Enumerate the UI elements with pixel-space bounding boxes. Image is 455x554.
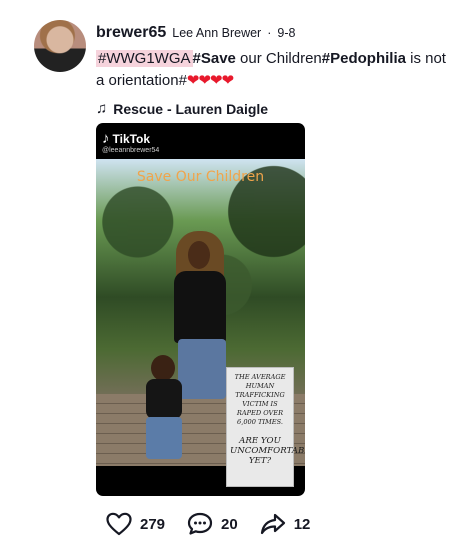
- woman-figure-shirt: [174, 271, 226, 343]
- caption: #WWG1WGA #Save our Children#Pedophilia is…: [96, 48, 446, 92]
- caption-text-1: our Children: [235, 50, 322, 67]
- sign-text-statistic: THE AVERAGE HUMAN TRAFFICKING VICTIM IS …: [234, 373, 286, 426]
- share-count: 12: [293, 515, 311, 533]
- tiktok-wordmark: TikTok: [112, 131, 151, 146]
- share-icon: [260, 512, 286, 536]
- comment-icon: [187, 512, 213, 536]
- hashtag-wwg1wga[interactable]: #WWG1WGA: [96, 50, 193, 67]
- like-count: 279: [140, 515, 166, 533]
- name-row: brewer65 Lee Ann Brewer · 9-8: [96, 24, 446, 42]
- music-title: Rescue - Lauren Daigle: [113, 100, 269, 117]
- music-row[interactable]: ♫ Rescue - Lauren Daigle: [96, 100, 446, 117]
- like-button[interactable]: 279: [106, 512, 165, 536]
- tiktok-note-icon: ♪: [102, 130, 110, 147]
- action-bar: 279 20 12: [106, 509, 346, 539]
- sign-text-question: ARE YOU UNCOMFORTABLE YET?: [230, 436, 305, 466]
- separator: ·: [267, 26, 272, 40]
- post-header: brewer65 Lee Ann Brewer · 9-8 #WWG1WGA #S…: [96, 24, 446, 117]
- video-frame: Save Our Children THE AVERAGE HUMAN TRAF…: [96, 159, 305, 487]
- hearts-emoji: ❤❤❤❤: [186, 72, 234, 89]
- post-date: 9-8: [277, 26, 296, 40]
- username[interactable]: brewer65: [96, 24, 166, 42]
- child-figure-jeans: [146, 417, 182, 459]
- video-overlay-title: Save Our Children: [136, 169, 265, 185]
- hashtag-save[interactable]: #Save: [193, 50, 236, 67]
- comment-button[interactable]: 20: [187, 512, 238, 536]
- avatar[interactable]: [34, 20, 86, 72]
- woman-figure-face: [188, 241, 210, 269]
- child-figure-shirt: [146, 379, 182, 419]
- child-figure-head: [151, 355, 175, 381]
- nickname: Lee Ann Brewer: [172, 26, 262, 40]
- woman-figure-jeans: [178, 339, 226, 399]
- heart-icon: [106, 512, 132, 536]
- comment-count: 20: [221, 515, 238, 533]
- music-note-icon: ♫: [96, 100, 108, 117]
- caption-hash-end: #: [178, 72, 187, 89]
- hashtag-pedophilia[interactable]: #Pedophilia: [322, 50, 406, 67]
- tiktok-logo: ♪ TikTok: [102, 130, 150, 147]
- video-handle: @leeannbrewer54: [102, 147, 160, 154]
- share-button[interactable]: 12: [260, 512, 311, 536]
- video-player[interactable]: ♪ TikTok @leeannbrewer54 Save Our Childr…: [96, 123, 305, 496]
- protest-sign: THE AVERAGE HUMAN TRAFFICKING VICTIM IS …: [226, 367, 305, 487]
